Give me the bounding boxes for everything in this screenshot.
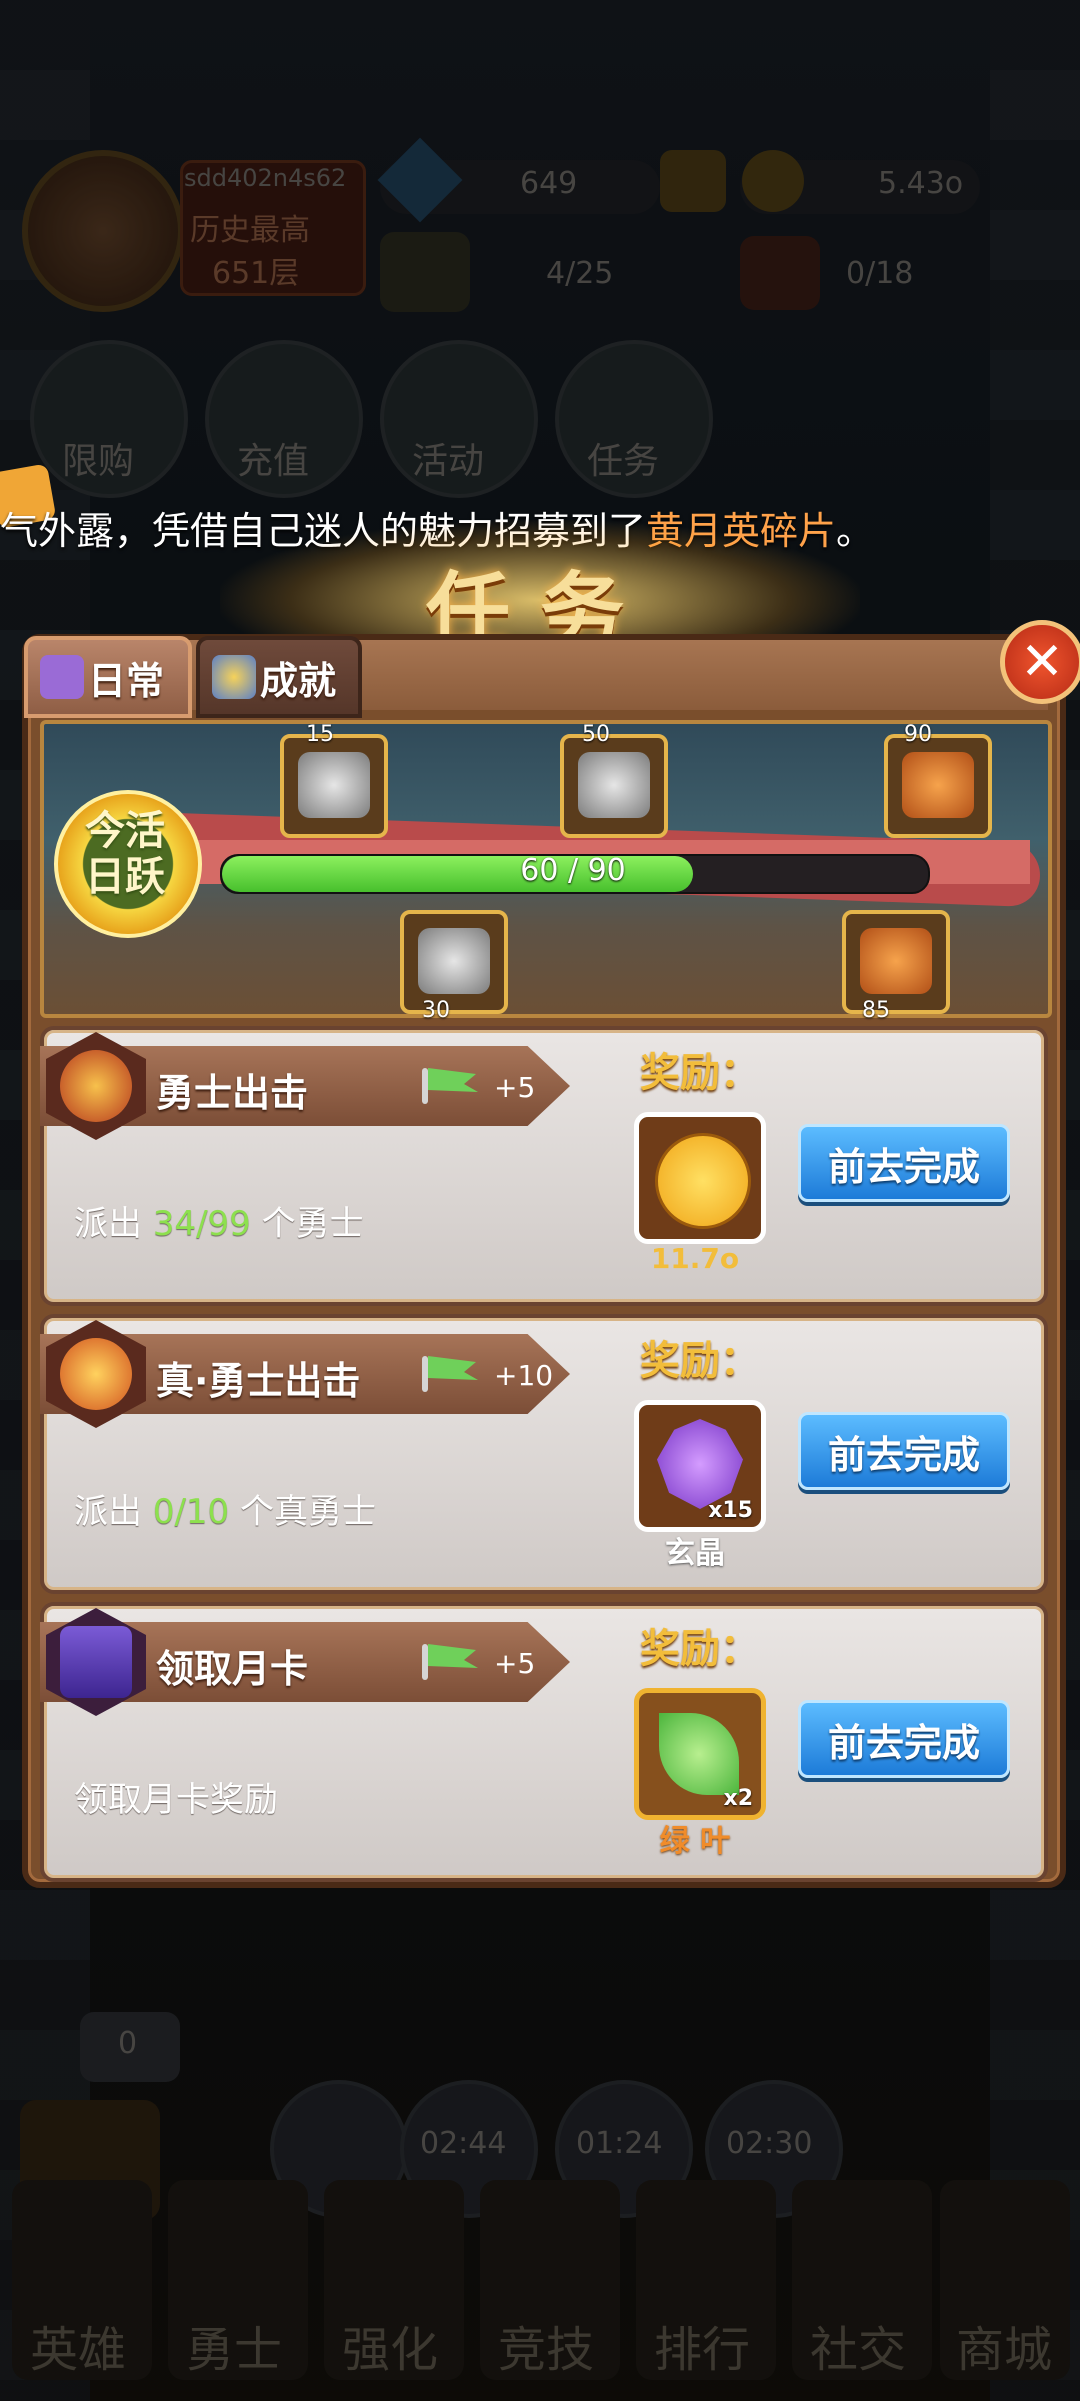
task-description: 领取月卡奖励: [74, 1772, 278, 1821]
stone-chest-icon: [578, 752, 650, 818]
tab-achievement-label: 成就: [260, 658, 337, 703]
reward-label: 奖励：: [640, 1626, 760, 1672]
daily-seven-icon: [40, 655, 84, 699]
task-description: 派出 0/10 个真勇士: [74, 1484, 376, 1533]
milestone-chest-85[interactable]: [842, 910, 950, 1014]
reward-label: 奖励：: [640, 1338, 760, 1384]
reward-item[interactable]: x15: [634, 1400, 766, 1532]
gold-coin-icon: [655, 1133, 751, 1229]
treasure-bag-icon: [902, 752, 974, 818]
milestone-chest-30[interactable]: [400, 910, 508, 1014]
reward-item[interactable]: x2: [634, 1688, 766, 1820]
milestone-chest-50[interactable]: [560, 734, 668, 838]
milestone-label-90: 90: [904, 722, 932, 747]
close-icon: ✕: [1020, 632, 1064, 692]
reward-name: 11.7o: [650, 1242, 740, 1275]
milestone-label-15: 15: [306, 722, 334, 747]
activity-flag-icon: [422, 1644, 478, 1680]
reward-item[interactable]: [634, 1112, 766, 1244]
task-name: 勇士出击: [156, 1071, 309, 1115]
desc-prefix: 领取月卡奖励: [74, 1780, 278, 1820]
green-leaf-icon: [659, 1713, 739, 1795]
trophy-shield-icon: [212, 655, 256, 699]
purple-crystal-icon: [657, 1419, 743, 1509]
activity-flag-icon: [422, 1068, 478, 1104]
task-points: +5: [494, 1071, 536, 1104]
activity-badge-label: 今活 日跃: [62, 808, 188, 900]
iron-helmet-chest-icon: [298, 752, 370, 818]
desc-progress: 0/10: [152, 1492, 230, 1532]
go-complete-button[interactable]: 前去完成: [798, 1412, 1010, 1490]
go-complete-button[interactable]: 前去完成: [798, 1124, 1010, 1202]
reward-name: 绿 叶: [659, 1824, 731, 1859]
activity-label-bottom: 日跃: [85, 854, 165, 900]
warrior-helmet-icon: [60, 1050, 132, 1122]
desc-suffix: 个真勇士: [239, 1492, 376, 1532]
reward-count: x2: [723, 1786, 754, 1811]
month-card-icon: [60, 1626, 132, 1698]
activity-label-top: 今活: [85, 808, 165, 854]
milestone-label-30: 30: [422, 998, 450, 1023]
desc-prefix: 派出: [74, 1204, 142, 1244]
milestone-label-50: 50: [582, 722, 610, 747]
desc-prefix: 派出: [74, 1492, 142, 1532]
desc-suffix: 个勇士: [261, 1204, 364, 1244]
close-button[interactable]: ✕: [1000, 620, 1080, 704]
task-points: +5: [494, 1647, 536, 1680]
treasure-bag-icon: [860, 928, 932, 994]
task-name: 领取月卡: [156, 1647, 309, 1691]
task-points: +10: [494, 1359, 554, 1392]
tab-achievement[interactable]: 成就: [196, 636, 362, 718]
reward-name: 玄晶: [665, 1536, 725, 1571]
task-name: 真·勇士出击: [156, 1359, 361, 1403]
tab-daily[interactable]: 日常: [24, 636, 192, 718]
milestone-chest-15[interactable]: [280, 734, 388, 838]
true-warrior-helmet-icon: [60, 1338, 132, 1410]
desc-progress: 34/99: [152, 1204, 251, 1244]
milestone-label-85: 85: [862, 998, 890, 1023]
activity-flag-icon: [422, 1356, 478, 1392]
milestone-chest-90[interactable]: [884, 734, 992, 838]
task-description: 派出 34/99 个勇士: [74, 1196, 364, 1245]
reward-label: 奖励：: [640, 1050, 760, 1096]
activity-progress-text: 60 / 90: [520, 853, 626, 888]
go-complete-button[interactable]: 前去完成: [798, 1700, 1010, 1778]
tab-daily-label: 日常: [88, 658, 165, 703]
reward-count: x15: [708, 1498, 753, 1523]
stone-chest-icon: [418, 928, 490, 994]
